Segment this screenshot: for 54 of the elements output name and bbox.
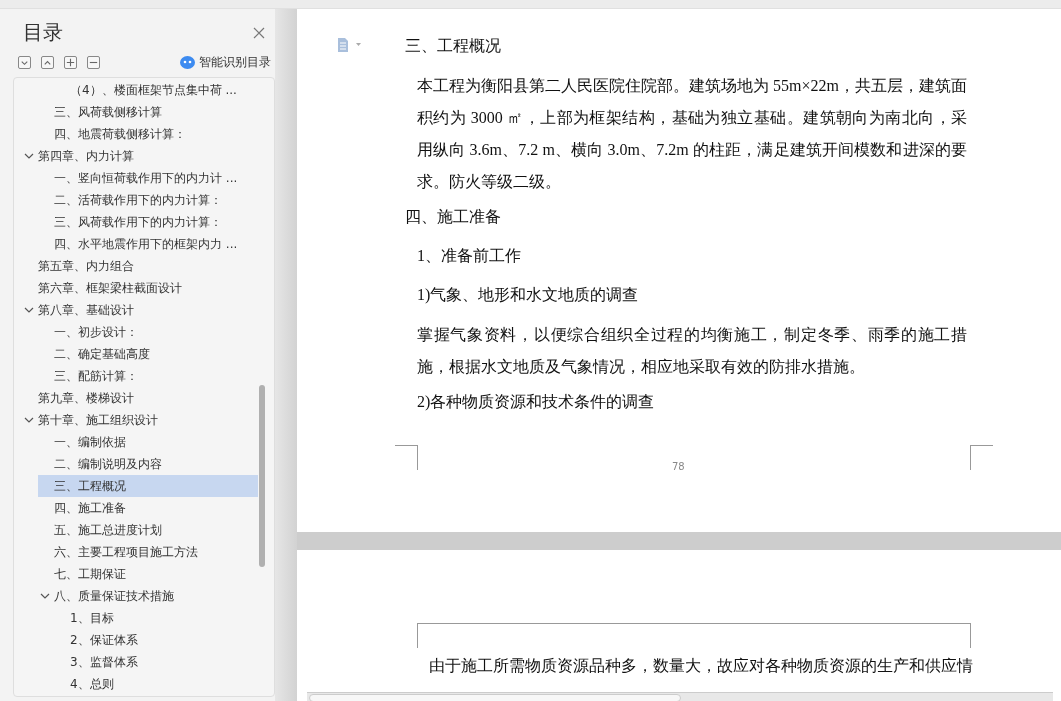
toc-item[interactable]: 第九章、楼梯设计	[14, 387, 258, 409]
chevron-icon[interactable]	[24, 151, 34, 161]
toc-item[interactable]: 一、竖向恒荷载作用下的内力计 ...	[14, 167, 258, 189]
toc-item[interactable]: 三、配筋计算：	[14, 365, 258, 387]
scrollbar[interactable]	[259, 385, 265, 567]
toc-item[interactable]: 三、风荷载作用下的内力计算：	[14, 211, 258, 233]
close-icon	[253, 26, 265, 39]
toc-item[interactable]: 五、施工总进度计划	[14, 519, 258, 541]
horizontal-scrollbar[interactable]	[307, 692, 1053, 701]
panel-title: 目录	[23, 19, 63, 46]
toc-item[interactable]: 2、保证体系	[14, 629, 258, 651]
toc-item[interactable]: 一、初步设计：	[14, 321, 258, 343]
chevron-icon[interactable]	[24, 415, 34, 425]
subheading: 1)气象、地形和水文地质的调查	[417, 285, 640, 306]
toc-item[interactable]: 二、确定基础高度	[14, 343, 258, 365]
toc-item[interactable]: 第八章、基础设计	[14, 299, 258, 321]
toc-item[interactable]: 1、目标	[14, 607, 258, 629]
section-heading: 三、工程概况	[405, 36, 502, 56]
toc-item[interactable]: 三、风荷载侧移计算	[14, 101, 258, 123]
toc-item[interactable]: 八、质量保证技术措施	[14, 585, 258, 607]
margin-corner-mark	[970, 445, 993, 470]
toc-item[interactable]: 4、总则	[14, 673, 258, 695]
paragraph: 本工程为衡阳县第二人民医院住院部。建筑场地为 55m×22m，共五层，建筑面积约为 3000 ㎡，上部为框架结构，基础为独立基础。建筑朝向为南北向，采用纵向 3.6m、7.2 m、横向 3.0m、7.2m 的柱距，满足建筑开间模数和进深的要求。防火等级二级。	[417, 76, 967, 192]
toc-item[interactable]: 第四章、内力计算	[14, 145, 258, 167]
paragraph: 掌握气象资料，以便综合组织全过程的均衡施工，制定冬季、雨季的施工措施，根据水文地质及气象情况，相应地采取有效的防排水措施。	[417, 325, 967, 377]
chevron-icon[interactable]	[40, 591, 50, 601]
chevron-down-button[interactable]	[18, 56, 31, 69]
toc-item[interactable]: 六、主要工程项目施工方法	[14, 541, 258, 563]
toc-item[interactable]: （4）、楼面框架节点集中荷 ...	[14, 79, 258, 101]
toc-item[interactable]: 3、监督体系	[14, 651, 258, 673]
plus-button[interactable]	[64, 56, 77, 69]
toc-item[interactable]: 三、工程概况	[38, 475, 258, 497]
toc-item[interactable]: 第十章、施工组织设计	[14, 409, 258, 431]
chevron-icon[interactable]	[24, 305, 34, 315]
smart-toc-button[interactable]: 智能识别目录	[180, 54, 271, 71]
toc-item[interactable]: 二、编制说明及内容	[14, 453, 258, 475]
paragraph: 由于施工所需物质资源品种多，数量大，故应对各种物质资源的生产和供应情	[429, 656, 974, 676]
toc-item[interactable]: 二、活荷载作用下的内力计算：	[14, 189, 258, 211]
section-heading: 四、施工准备	[405, 207, 502, 227]
toc-item[interactable]: 第五章、内力组合	[14, 255, 258, 277]
page-number: 78	[672, 461, 685, 472]
toc-item[interactable]: 第六章、框架梁柱截面设计	[14, 277, 258, 299]
toc-item[interactable]: 四、施工准备	[14, 497, 258, 519]
toc-item[interactable]: 一、编制依据	[14, 431, 258, 453]
toc-item[interactable]: 四、水平地震作用下的框架内力 ...	[14, 233, 258, 255]
subheading: 1、准备前工作	[417, 246, 522, 266]
toc-item[interactable]: 七、工期保证	[14, 563, 258, 585]
plus-icon	[65, 57, 76, 68]
robot-icon	[180, 56, 195, 69]
toc-item[interactable]: 四、地震荷载侧移计算：	[14, 123, 258, 145]
minus-button[interactable]	[87, 56, 100, 69]
subheading: 2)各种物质资源和技术条件的调查	[417, 392, 656, 413]
margin-corner-mark	[395, 445, 418, 470]
chevron-up-button[interactable]	[41, 56, 54, 69]
